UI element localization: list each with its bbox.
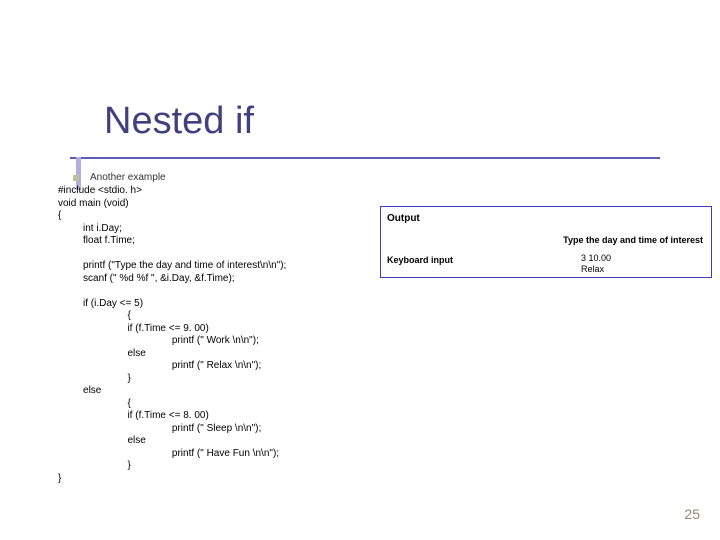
output-box: Output Type the day and time of interest… bbox=[380, 206, 712, 278]
page-number: 25 bbox=[684, 506, 700, 522]
keyboard-input-value: 3 10.00 Relax bbox=[581, 253, 611, 275]
output-prompt: Type the day and time of interest bbox=[563, 235, 703, 245]
intro-text: Another example bbox=[90, 172, 166, 183]
slide-title: Nested if bbox=[104, 100, 254, 143]
bullet-icon bbox=[73, 175, 79, 181]
output-heading: Output bbox=[387, 213, 420, 224]
keyboard-input-label: Keyboard input bbox=[387, 255, 453, 265]
title-underline bbox=[70, 157, 660, 159]
code-block: #include <stdio. h> void main (void) { i… bbox=[58, 185, 286, 485]
